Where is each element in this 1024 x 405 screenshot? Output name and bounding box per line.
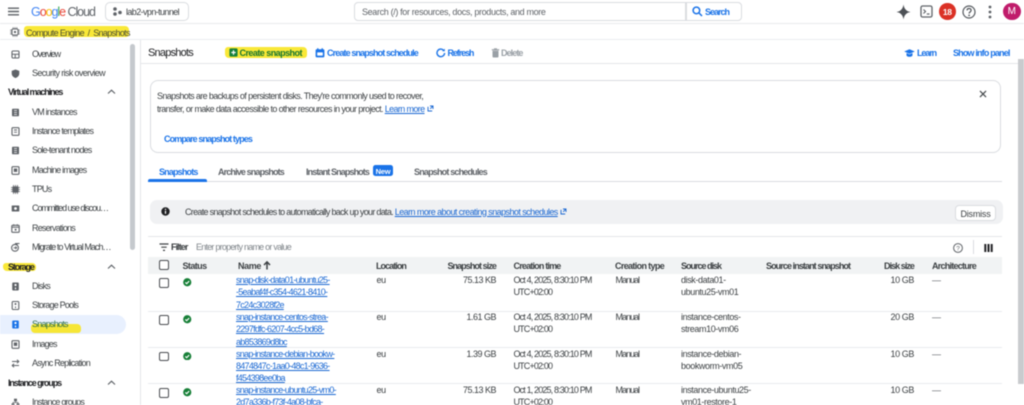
svg-text:?: ? — [956, 245, 960, 252]
